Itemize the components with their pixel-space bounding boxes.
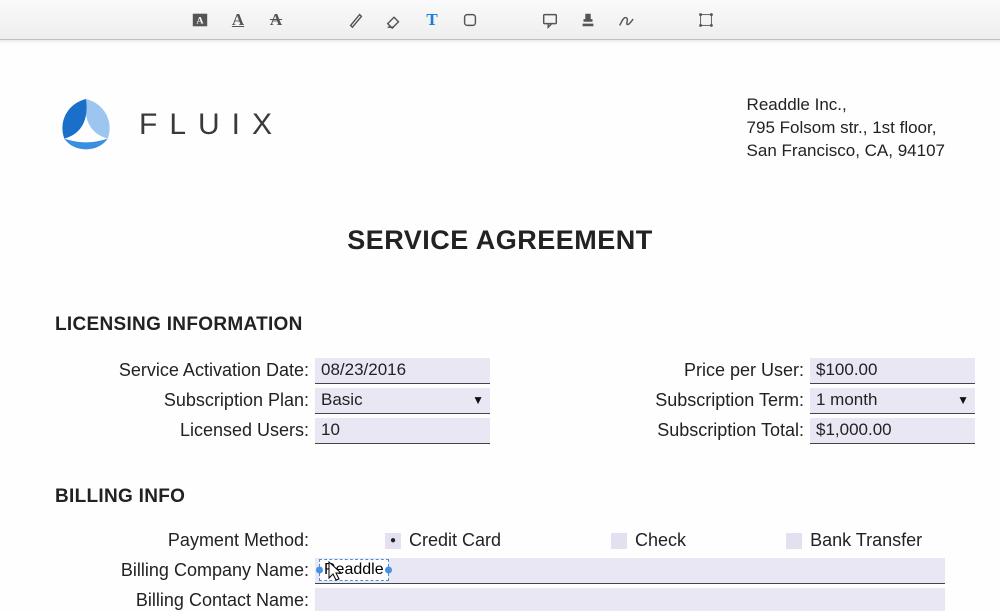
radio-icon <box>786 533 802 549</box>
highlight-text-icon[interactable]: A <box>190 10 210 30</box>
annotation-toolbar: A A A T <box>0 0 1000 40</box>
radio-icon: ● <box>385 533 401 549</box>
svg-text:A: A <box>196 15 204 26</box>
licensed-users-label: Licensed Users: <box>55 420 315 441</box>
document-page: FLUIX Readdle Inc., 795 Folsom str., 1st… <box>0 44 1000 611</box>
subscription-term-value: 1 month <box>816 390 877 410</box>
chevron-down-icon: ▼ <box>472 393 484 407</box>
subscription-plan-value: Basic <box>321 390 363 410</box>
company-logo: FLUIX <box>55 94 284 156</box>
fluix-logo-text: FLUIX <box>139 108 284 142</box>
billing-contact-name-field[interactable] <box>315 588 945 611</box>
billing-section-heading: BILLING INFO <box>55 486 945 508</box>
address-line: Readdle Inc., <box>747 94 945 117</box>
licensing-section-heading: LICENSING INFORMATION <box>55 314 945 336</box>
strikethrough-text-icon[interactable]: A <box>266 10 286 30</box>
eraser-tool-icon[interactable] <box>384 10 404 30</box>
document-title: SERVICE AGREEMENT <box>55 225 945 256</box>
resize-handle-icon[interactable] <box>385 567 392 574</box>
text-tool-icon[interactable]: T <box>422 10 442 30</box>
shape-tool-icon[interactable] <box>460 10 480 30</box>
underline-text-icon[interactable]: A <box>228 10 248 30</box>
payment-option-label: Credit Card <box>409 530 501 551</box>
subscription-total-label: Subscription Total: <box>600 420 810 441</box>
resize-handle-icon[interactable] <box>316 567 323 574</box>
chevron-down-icon: ▼ <box>957 393 969 407</box>
payment-option-bank-transfer[interactable]: Bank Transfer <box>786 530 922 551</box>
licensed-users-field[interactable]: 10 <box>315 418 490 444</box>
subscription-plan-dropdown[interactable]: Basic ▼ <box>315 388 490 414</box>
fluix-logo-icon <box>55 94 117 156</box>
activation-date-label: Service Activation Date: <box>55 360 315 381</box>
payment-option-label: Bank Transfer <box>810 530 922 551</box>
address-line: 795 Folsom str., 1st floor, <box>747 117 945 140</box>
subscription-plan-label: Subscription Plan: <box>55 390 315 411</box>
company-address: Readdle Inc., 795 Folsom str., 1st floor… <box>747 94 945 163</box>
price-per-user-field[interactable]: $100.00 <box>810 358 975 384</box>
payment-option-label: Check <box>635 530 686 551</box>
subscription-term-label: Subscription Term: <box>600 390 810 411</box>
selection-tool-icon[interactable] <box>696 10 716 30</box>
billing-company-name-field[interactable]: Readdle <box>315 558 945 584</box>
subscription-total-field[interactable]: $1,000.00 <box>810 418 975 444</box>
payment-method-label: Payment Method: <box>55 530 315 551</box>
signature-tool-icon[interactable] <box>616 10 636 30</box>
pen-tool-icon[interactable] <box>346 10 366 30</box>
activation-date-field[interactable]: 08/23/2016 <box>315 358 490 384</box>
price-per-user-label: Price per User: <box>600 360 810 381</box>
address-line: San Francisco, CA, 94107 <box>747 140 945 163</box>
radio-icon <box>611 533 627 549</box>
billing-company-name-label: Billing Company Name: <box>55 560 315 581</box>
billing-contact-name-label: Billing Contact Name: <box>55 590 315 611</box>
payment-option-check[interactable]: Check <box>611 530 686 551</box>
mouse-cursor-icon <box>325 560 345 584</box>
payment-option-credit-card[interactable]: ● Credit Card <box>385 530 501 551</box>
note-tool-icon[interactable] <box>540 10 560 30</box>
stamp-tool-icon[interactable] <box>578 10 598 30</box>
subscription-term-dropdown[interactable]: 1 month ▼ <box>810 388 975 414</box>
